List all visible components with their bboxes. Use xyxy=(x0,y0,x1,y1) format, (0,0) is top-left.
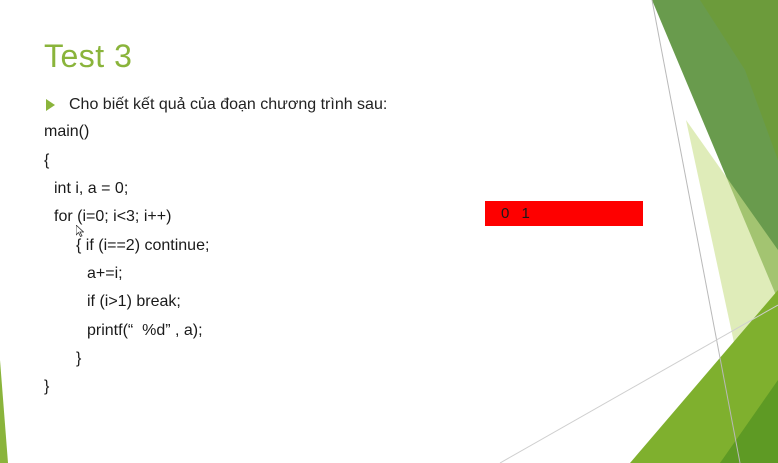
deco-shape-left xyxy=(0,360,8,463)
mouse-pointer-icon xyxy=(76,225,84,237)
deco-line-2 xyxy=(499,304,778,463)
deco-shape-light xyxy=(686,120,778,463)
code-line: { if (i==2) continue; xyxy=(76,237,210,254)
code-line: for (i=0; i<3; i++) xyxy=(54,208,172,225)
slide-title: Test 3 xyxy=(44,38,133,74)
slide: Test 3 Cho biết kết quả của đoạn chương … xyxy=(0,0,778,463)
code-line: a+=i; xyxy=(87,265,123,282)
code-line: } xyxy=(44,378,50,395)
code-line: if (i>1) break; xyxy=(87,293,181,310)
code-line: main() xyxy=(44,123,90,140)
answer-box: 0 1 xyxy=(485,201,643,226)
deco-shape-mid xyxy=(700,0,778,160)
code-line: { xyxy=(44,152,50,169)
bullet-text: Cho biết kết quả của đoạn chương trình s… xyxy=(69,96,388,113)
bullet-point: Cho biết kết quả của đoạn chương trình s… xyxy=(46,96,387,114)
deco-shape-bright xyxy=(630,290,778,463)
deco-shape-bright-2 xyxy=(720,380,778,463)
deco-line-1 xyxy=(651,0,741,463)
triangle-bullet-icon xyxy=(46,99,55,111)
code-line: int i, a = 0; xyxy=(54,180,129,197)
deco-shape-dark xyxy=(652,0,778,300)
code-line: printf(“ %d” , a); xyxy=(87,322,203,339)
code-line: } xyxy=(76,350,82,367)
